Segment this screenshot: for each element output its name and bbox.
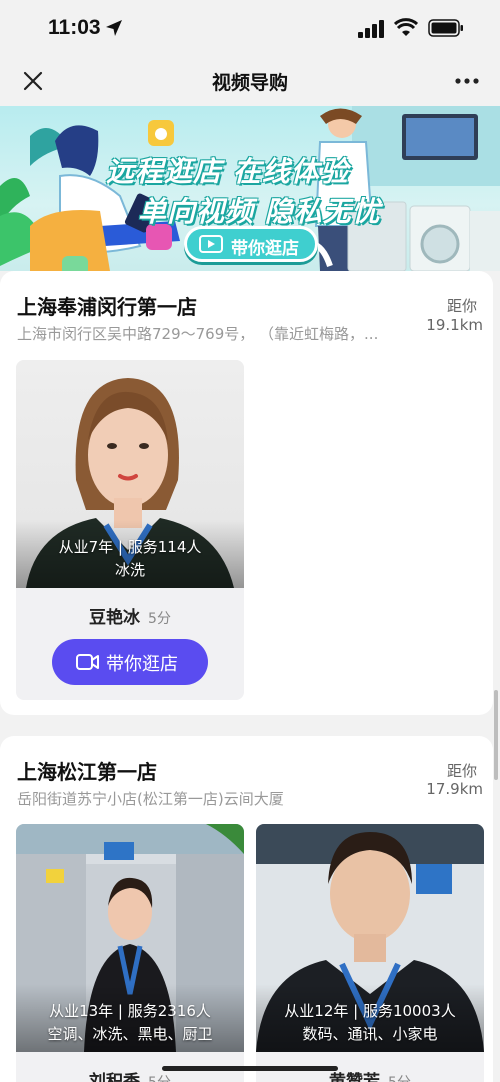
- video-camera-icon: [76, 654, 99, 670]
- page-title: 视频导购: [211, 72, 288, 94]
- guide-photo: 从业12年 | 服务10003人 数码、通讯、小家电: [256, 824, 484, 1052]
- store-card[interactable]: 上海松江第一店 岳阳街道苏宁小店(松江第一店)云间大厦 距你 17.9km 从业…: [0, 736, 493, 1082]
- guide-category: 空调、冰洗、黑电、厨卫: [47, 1025, 213, 1043]
- guide-category: 数码、通讯、小家电: [302, 1025, 438, 1043]
- guide-photo: 从业13年 | 服务2316人 空调、冰洗、黑电、厨卫: [16, 824, 244, 1052]
- store-address: 岳阳街道苏宁小店(松江第一店)云间大厦: [17, 790, 284, 808]
- wifi-icon: [394, 18, 418, 36]
- guide-score: 5分: [148, 611, 171, 627]
- guide-name: 豆艳冰: [89, 608, 141, 628]
- visit-store-button[interactable]: 带你逛店: [52, 639, 208, 685]
- banner-headline-2: 单向视频 隐私无忧: [138, 195, 381, 228]
- cellular-signal-icon: [358, 20, 384, 38]
- distance-value: 19.1km: [426, 316, 483, 334]
- distance-label: 距你: [446, 762, 477, 780]
- guide-card[interactable]: 从业12年 | 服务10003人 数码、通讯、小家电 黄赞芳 5分: [256, 824, 484, 1082]
- store-address: 上海市闵行区吴中路729～769号， （靠近虹梅路，...: [17, 325, 379, 343]
- guide-name: 黄赞芳: [329, 1072, 381, 1082]
- guide-card[interactable]: 从业13年 | 服务2316人 空调、冰洗、黑电、厨卫 刘积香 5分: [16, 824, 244, 1082]
- guide-stats: 从业12年 | 服务10003人: [284, 1002, 456, 1020]
- banner-cta-label: 带你逛店: [231, 239, 299, 259]
- guide-score: 5分: [388, 1075, 411, 1082]
- guide-photo: 从业7年 | 服务114人 冰洗: [16, 360, 244, 588]
- scrollbar[interactable]: [494, 690, 498, 780]
- video-play-icon: [199, 235, 223, 253]
- promo-banner[interactable]: 远程逛店 在线体验 单向视频 隐私无忧 带你逛店: [0, 106, 500, 271]
- guide-card[interactable]: 从业7年 | 服务114人 冰洗 豆艳冰 5分 带你逛店: [16, 360, 244, 700]
- store-card[interactable]: 上海奉浦闵行第一店 上海市闵行区吴中路729～769号， （靠近虹梅路，... …: [0, 271, 493, 715]
- nav-bar: 视频导购: [0, 56, 500, 106]
- banner-cta-button[interactable]: 带你逛店: [184, 226, 318, 262]
- store-name: 上海奉浦闵行第一店: [17, 295, 197, 319]
- more-icon[interactable]: [454, 70, 480, 92]
- distance-label: 距你: [446, 297, 477, 315]
- battery-icon: [428, 19, 463, 37]
- location-arrow-icon: [106, 20, 122, 36]
- guide-score: 5分: [148, 1075, 171, 1082]
- guide-category: 冰洗: [114, 561, 145, 579]
- visit-store-label: 带你逛店: [106, 654, 178, 675]
- home-indicator[interactable]: [162, 1066, 338, 1071]
- banner-headline-1: 远程逛店 在线体验: [106, 155, 349, 188]
- status-bar: 11:03: [0, 0, 500, 56]
- guide-name-row: 豆艳冰 5分: [16, 603, 244, 628]
- guide-stats: 从业7年 | 服务114人: [58, 538, 202, 556]
- status-time: 11:03: [48, 16, 101, 39]
- guide-stats: 从业13年 | 服务2316人: [49, 1002, 211, 1020]
- store-name: 上海松江第一店: [17, 760, 157, 784]
- guide-name: 刘积香: [89, 1072, 141, 1082]
- distance-value: 17.9km: [426, 780, 483, 798]
